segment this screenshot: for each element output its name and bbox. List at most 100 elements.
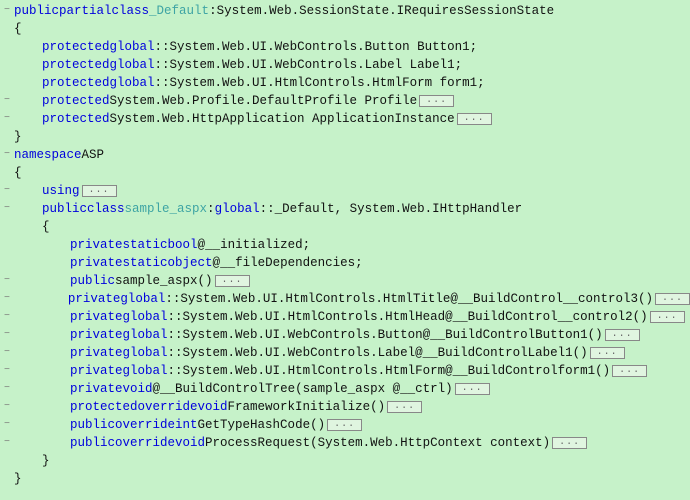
code-line: { xyxy=(0,164,690,182)
fold-toggle-icon[interactable] xyxy=(0,308,14,326)
collapsed-region-icon[interactable]: ... xyxy=(82,185,117,197)
fold-toggle-icon[interactable] xyxy=(0,110,14,128)
code-line: private void @__BuildControlTree(sample_… xyxy=(0,380,690,398)
code-line: protected System.Web.Profile.DefaultProf… xyxy=(0,92,690,110)
code-text: { xyxy=(42,218,50,236)
code-text: () xyxy=(595,362,610,380)
code-text: System.Web.UI.HtmlControls.HtmlTitle xyxy=(180,290,450,308)
fold-toggle-icon[interactable] xyxy=(0,344,14,362)
code-text: System.Web.Profile.DefaultProfile Profil… xyxy=(110,92,418,110)
fold-toggle-icon[interactable] xyxy=(0,200,14,218)
collapsed-region-icon[interactable]: ... xyxy=(655,293,690,305)
code-text: System.Web.UI.HtmlControls.HtmlForm form… xyxy=(170,74,478,92)
collapsed-region-icon[interactable]: ... xyxy=(455,383,490,395)
keyword: public xyxy=(14,2,59,20)
fold-toggle-icon[interactable] xyxy=(0,272,14,290)
code-text: FrameworkInitialize xyxy=(228,398,371,416)
keyword: global xyxy=(110,74,155,92)
code-text: System.Web.UI.HtmlControls.HtmlHead xyxy=(183,308,446,326)
fold-toggle-icon[interactable] xyxy=(0,398,14,416)
code-text: } xyxy=(42,452,50,470)
fold-toggle-icon[interactable] xyxy=(0,182,14,200)
code-line: using ... xyxy=(0,182,690,200)
fold-toggle-icon[interactable] xyxy=(0,2,14,20)
code-text: } xyxy=(14,128,22,146)
fold-toggle-icon[interactable] xyxy=(0,362,14,380)
code-text: } xyxy=(14,470,22,488)
collapsed-region-icon[interactable]: ... xyxy=(419,95,454,107)
code-text: :: xyxy=(155,74,170,92)
keyword: private xyxy=(70,254,123,272)
keyword: override xyxy=(138,398,198,416)
fold-toggle-icon[interactable] xyxy=(0,434,14,452)
collapsed-region-icon[interactable]: ... xyxy=(387,401,422,413)
keyword: namespace xyxy=(14,146,82,164)
code-line: public class sample_aspx : global::_Defa… xyxy=(0,200,690,218)
code-line: private global::System.Web.UI.HtmlContro… xyxy=(0,308,690,326)
collapsed-region-icon[interactable]: ... xyxy=(605,329,640,341)
code-line: public sample_aspx()... xyxy=(0,272,690,290)
fold-toggle-icon[interactable] xyxy=(0,326,14,344)
code-text: () xyxy=(198,272,213,290)
keyword: private xyxy=(70,344,123,362)
code-text: () xyxy=(588,326,603,344)
code-text: ProcessRequest(System.Web.HttpContext co… xyxy=(205,434,550,452)
code-text: :: xyxy=(260,200,275,218)
collapsed-region-icon[interactable]: ... xyxy=(590,347,625,359)
type-name: _Default xyxy=(149,2,209,20)
code-text: sample_aspx xyxy=(115,272,198,290)
keyword: public xyxy=(70,434,115,452)
code-line: protected global::System.Web.UI.HtmlCont… xyxy=(0,74,690,92)
code-text: @ xyxy=(423,326,431,344)
keyword: protected xyxy=(42,92,110,110)
namespace-name: ASP xyxy=(82,146,105,164)
fold-toggle-icon[interactable] xyxy=(0,92,14,110)
code-text: @ xyxy=(198,236,206,254)
code-text: :: xyxy=(168,308,183,326)
keyword: global xyxy=(110,38,155,56)
code-text: :: xyxy=(155,56,170,74)
code-line: private global::System.Web.UI.HtmlContro… xyxy=(0,362,690,380)
code-text: System.Web.UI.WebControls.Label Label1 xyxy=(170,56,455,74)
code-text: GetTypeHashCode xyxy=(198,416,311,434)
code-text: :: xyxy=(168,326,183,344)
keyword: private xyxy=(70,380,123,398)
code-line: public override int GetTypeHashCode()... xyxy=(0,416,690,434)
fold-toggle-icon[interactable] xyxy=(0,416,14,434)
code-text: ; xyxy=(470,38,478,56)
collapsed-region-icon[interactable]: ... xyxy=(612,365,647,377)
keyword: private xyxy=(70,326,123,344)
code-text: @ xyxy=(153,380,161,398)
code-text: () xyxy=(310,416,325,434)
fold-toggle-icon[interactable] xyxy=(0,290,14,308)
code-text: ; xyxy=(477,74,485,92)
code-text: __BuildControlLabel1 xyxy=(423,344,573,362)
code-text: :: xyxy=(168,344,183,362)
code-text: __fileDependencies xyxy=(220,254,355,272)
code-text: () xyxy=(573,344,588,362)
keyword: protected xyxy=(42,38,110,56)
collapsed-region-icon[interactable]: ... xyxy=(552,437,587,449)
keyword: global xyxy=(110,56,155,74)
code-line: } xyxy=(0,128,690,146)
fold-toggle-icon[interactable] xyxy=(0,380,14,398)
keyword: protected xyxy=(42,56,110,74)
code-text: ; xyxy=(355,254,363,272)
code-line: protected global::System.Web.UI.WebContr… xyxy=(0,56,690,74)
code-text: :: xyxy=(165,290,180,308)
code-text: { xyxy=(14,20,22,38)
keyword: class xyxy=(87,200,125,218)
keyword: object xyxy=(168,254,213,272)
code-text: System.Web.UI.WebControls.Button Button1 xyxy=(170,38,470,56)
code-text: __BuildControlButton1 xyxy=(430,326,588,344)
collapsed-region-icon[interactable]: ... xyxy=(457,113,492,125)
code-text: ; xyxy=(455,56,463,74)
code-text: () xyxy=(370,398,385,416)
collapsed-region-icon[interactable]: ... xyxy=(327,419,362,431)
keyword: global xyxy=(123,362,168,380)
collapsed-region-icon[interactable]: ... xyxy=(650,311,685,323)
code-line: public partial class _Default : System.W… xyxy=(0,2,690,20)
collapsed-region-icon[interactable]: ... xyxy=(215,275,250,287)
keyword: static xyxy=(123,236,168,254)
fold-toggle-icon[interactable] xyxy=(0,146,14,164)
